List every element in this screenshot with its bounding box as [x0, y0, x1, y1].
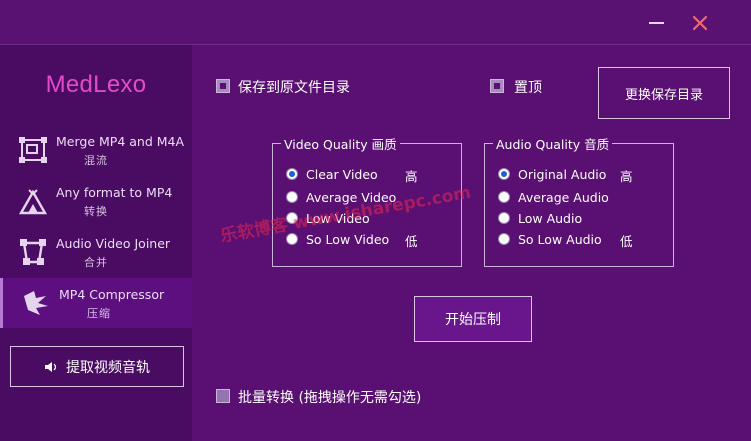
video-low-tag: 低: [405, 234, 418, 249]
extract-audio-label: 提取视频音轨: [66, 359, 150, 376]
joiner-icon: [17, 237, 49, 267]
sidebar-item-subtitle: 混流: [84, 154, 108, 167]
speaker-icon: [45, 361, 57, 372]
extract-audio-button[interactable]: 提取视频音轨: [10, 346, 184, 387]
pin-top-checkbox[interactable]: [490, 79, 504, 93]
sidebar-item-convert[interactable]: Any format to MP4 转换: [0, 176, 192, 226]
sidebar-item-joiner[interactable]: Audio Video Joiner 合并: [0, 227, 192, 277]
radio-selected-icon: [498, 168, 510, 180]
close-icon: [692, 15, 708, 31]
minimize-icon: [648, 22, 664, 24]
audio-low-tag: 低: [620, 234, 633, 249]
radio-selected-icon: [286, 168, 298, 180]
audio-option-average[interactable]: Average Audio: [498, 188, 609, 206]
sidebar-item-compressor[interactable]: MP4 Compressor 压缩: [0, 278, 192, 328]
batch-convert-label: 批量转换 (拖拽操作无需勾选): [238, 390, 422, 406]
sidebar-item-merge[interactable]: Merge MP4 and M4A 混流: [0, 125, 192, 175]
radio-icon: [498, 212, 510, 224]
save-to-original-label: 保存到原文件目录: [238, 80, 350, 96]
sidebar: MedLexo Merge MP4 and M4A 混流 Any format …: [0, 45, 192, 441]
merge-icon: [17, 135, 49, 165]
audio-quality-group: Audio Quality 音质 Original Audio Average …: [484, 134, 674, 267]
start-compress-button[interactable]: 开始压制: [414, 296, 532, 342]
sidebar-item-subtitle: 压缩: [87, 307, 111, 320]
sidebar-item-title: Audio Video Joiner: [56, 236, 171, 251]
audio-option-so-low[interactable]: So Low Audio: [498, 230, 602, 248]
video-high-tag: 高: [405, 169, 418, 184]
change-save-dir-button[interactable]: 更换保存目录: [598, 67, 730, 119]
minimize-button[interactable]: [638, 8, 674, 38]
audio-option-original[interactable]: Original Audio: [498, 165, 606, 183]
audio-option-low[interactable]: Low Audio: [498, 209, 582, 227]
sidebar-item-subtitle: 转换: [84, 205, 108, 218]
pin-top-label: 置顶: [514, 80, 542, 96]
sidebar-item-title: Merge MP4 and M4A: [56, 134, 185, 149]
video-option-so-low[interactable]: So Low Video: [286, 230, 389, 248]
sidebar-item-title: MP4 Compressor: [59, 287, 165, 302]
audio-quality-legend: Audio Quality 音质: [493, 134, 613, 153]
convert-icon: [17, 186, 49, 216]
sidebar-item-title: Any format to MP4: [56, 185, 173, 200]
radio-icon: [498, 233, 510, 245]
app-logo: MedLexo: [45, 71, 147, 98]
compressor-icon: [20, 288, 52, 318]
save-to-original-checkbox[interactable]: [216, 79, 230, 93]
video-quality-legend: Video Quality 画质: [281, 134, 400, 153]
video-option-clear[interactable]: Clear Video: [286, 165, 378, 183]
sidebar-item-subtitle: 合并: [84, 256, 108, 269]
radio-icon: [286, 191, 298, 203]
audio-high-tag: 高: [620, 169, 633, 184]
radio-icon: [498, 191, 510, 203]
title-bar: [0, 0, 751, 45]
batch-convert-checkbox[interactable]: [216, 389, 230, 403]
close-button[interactable]: [682, 8, 718, 38]
